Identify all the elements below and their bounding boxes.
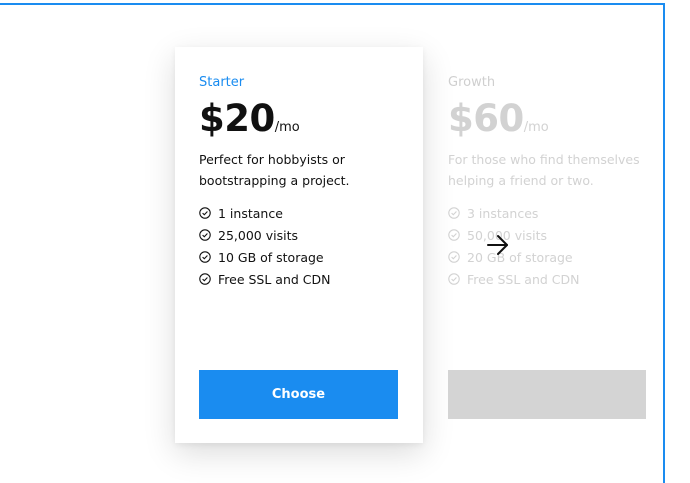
feature-item: 1 instance xyxy=(199,202,331,224)
check-circle-icon xyxy=(199,251,211,263)
arrow-right-icon[interactable] xyxy=(485,233,511,257)
feature-item: 25,000 visits xyxy=(199,224,331,246)
feature-item: 20 GB of storage xyxy=(448,246,580,268)
feature-label: 1 instance xyxy=(218,205,283,221)
feature-item: Free SSL and CDN xyxy=(199,268,331,290)
choose-button[interactable]: Choose xyxy=(199,370,398,419)
check-circle-icon xyxy=(199,229,211,241)
price-unit: /mo xyxy=(523,120,549,135)
price-amount: $60 xyxy=(448,97,524,140)
feature-item: 3 instances xyxy=(448,202,580,224)
feature-label: 20 GB of storage xyxy=(467,249,573,265)
price-unit: /mo xyxy=(274,120,300,135)
feature-list: 1 instance 25,000 visits 10 GB of storag… xyxy=(199,202,331,290)
choose-button-growth[interactable] xyxy=(448,370,646,419)
feature-label: 10 GB of storage xyxy=(218,249,324,265)
check-circle-icon xyxy=(448,229,460,241)
pricing-card-starter: Starter $20/mo Perfect for hobbyists or … xyxy=(175,47,423,443)
feature-item: 10 GB of storage xyxy=(199,246,331,268)
feature-label: Free SSL and CDN xyxy=(218,271,331,287)
feature-item: 50,000 visits xyxy=(448,224,580,246)
feature-list: 3 instances 50,000 visits 20 GB of stora… xyxy=(448,202,580,290)
check-circle-icon xyxy=(199,273,211,285)
plan-description: For those who find themselves helping a … xyxy=(448,152,640,188)
plan-description: Perfect for hobbyists or bootstrapping a… xyxy=(199,152,350,188)
plan-price: $20/mo xyxy=(199,97,300,140)
plan-price: $60/mo xyxy=(448,97,549,140)
plan-name: Growth xyxy=(448,75,496,90)
feature-label: Free SSL and CDN xyxy=(467,271,580,287)
feature-label: 3 instances xyxy=(467,205,539,221)
check-circle-icon xyxy=(199,207,211,219)
check-circle-icon xyxy=(448,207,460,219)
check-circle-icon xyxy=(448,273,460,285)
check-circle-icon xyxy=(448,251,460,263)
feature-label: 25,000 visits xyxy=(218,227,298,243)
price-amount: $20 xyxy=(199,97,275,140)
feature-item: Free SSL and CDN xyxy=(448,268,580,290)
plan-name: Starter xyxy=(199,75,245,90)
